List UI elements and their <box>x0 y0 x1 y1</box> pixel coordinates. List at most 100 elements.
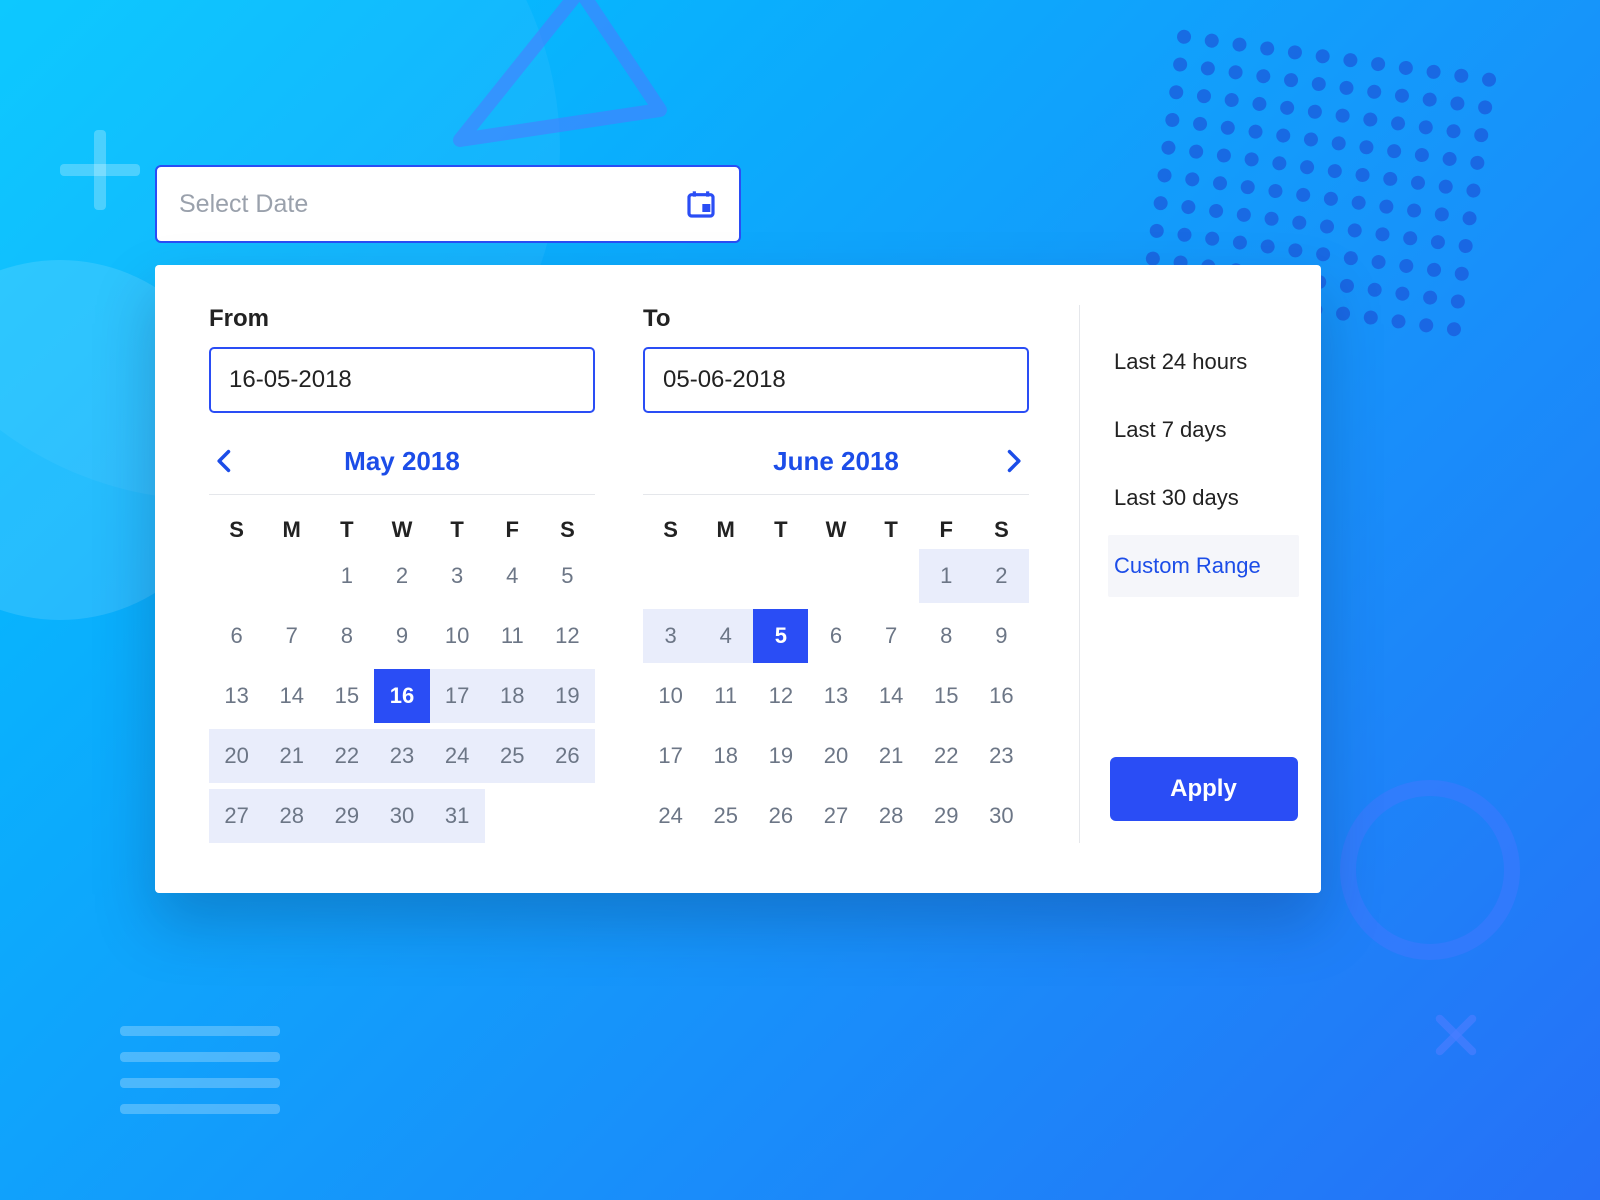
calendar-day[interactable]: 10 <box>643 669 698 723</box>
calendar-day[interactable]: 13 <box>808 669 863 723</box>
calendar-day[interactable]: 5 <box>753 609 808 663</box>
calendar-day[interactable]: 21 <box>264 729 319 783</box>
dow-cell: M <box>264 517 319 543</box>
calendar-day[interactable]: 9 <box>374 609 429 663</box>
preset-option[interactable]: Last 7 days <box>1108 399 1299 461</box>
calendar-day[interactable]: 16 <box>974 669 1029 723</box>
calendar-day[interactable]: 1 <box>919 549 974 603</box>
dow-cell: W <box>808 517 863 543</box>
calendar-day[interactable]: 11 <box>485 609 540 663</box>
dow-cell: F <box>485 517 540 543</box>
from-input[interactable]: 16-05-2018 <box>209 347 595 413</box>
from-month-title: May 2018 <box>344 446 460 477</box>
calendar-day-empty <box>698 549 753 603</box>
calendar-day[interactable]: 19 <box>753 729 808 783</box>
to-label: To <box>643 305 1029 333</box>
preset-option[interactable]: Custom Range <box>1108 535 1299 597</box>
dow-cell: S <box>540 517 595 543</box>
dow-cell: F <box>919 517 974 543</box>
calendar-day-empty <box>808 549 863 603</box>
calendar-day-empty <box>643 549 698 603</box>
calendar-day[interactable]: 20 <box>808 729 863 783</box>
grid-right: 1234567891011121314151617181920212223242… <box>643 549 1029 843</box>
bg-x-icon <box>1430 1010 1480 1060</box>
calendar-day[interactable]: 25 <box>485 729 540 783</box>
calendar-day[interactable]: 3 <box>643 609 698 663</box>
calendar-day[interactable]: 17 <box>643 729 698 783</box>
calendar-day[interactable]: 23 <box>374 729 429 783</box>
calendar-day[interactable]: 13 <box>209 669 264 723</box>
calendar-day[interactable]: 7 <box>264 609 319 663</box>
preset-option[interactable]: Last 24 hours <box>1108 331 1299 393</box>
dow-cell: S <box>643 517 698 543</box>
calendar-day[interactable]: 27 <box>808 789 863 843</box>
calendar-day[interactable]: 31 <box>430 789 485 843</box>
calendar-day[interactable]: 24 <box>430 729 485 783</box>
calendar-day[interactable]: 19 <box>540 669 595 723</box>
dow-cell: T <box>753 517 808 543</box>
calendar-day[interactable]: 30 <box>374 789 429 843</box>
calendar-day[interactable]: 20 <box>209 729 264 783</box>
calendar-day-empty <box>485 789 540 843</box>
calendar-day[interactable]: 29 <box>319 789 374 843</box>
dow-cell: S <box>974 517 1029 543</box>
calendar-day[interactable]: 21 <box>864 729 919 783</box>
calendar-day[interactable]: 29 <box>919 789 974 843</box>
calendar-day[interactable]: 16 <box>374 669 429 723</box>
calendar-day[interactable]: 26 <box>540 729 595 783</box>
calendar-day[interactable]: 22 <box>919 729 974 783</box>
calendar-day[interactable]: 4 <box>485 549 540 603</box>
calendar-day-empty <box>864 549 919 603</box>
calendar-day-empty <box>264 549 319 603</box>
apply-button[interactable]: Apply <box>1110 757 1298 821</box>
dow-cell: W <box>374 517 429 543</box>
calendar-day[interactable]: 17 <box>430 669 485 723</box>
calendar-day[interactable]: 15 <box>919 669 974 723</box>
calendar-day[interactable]: 8 <box>919 609 974 663</box>
calendar-day[interactable]: 28 <box>864 789 919 843</box>
calendar-day[interactable]: 2 <box>974 549 1029 603</box>
bg-lines-icon <box>120 1026 280 1130</box>
calendar-day[interactable]: 9 <box>974 609 1029 663</box>
calendar-day[interactable]: 1 <box>319 549 374 603</box>
calendar-day[interactable]: 12 <box>540 609 595 663</box>
calendar-day[interactable]: 10 <box>430 609 485 663</box>
calendar-day[interactable]: 22 <box>319 729 374 783</box>
from-input-value: 16-05-2018 <box>229 366 352 394</box>
dow-cell: T <box>864 517 919 543</box>
calendar-day[interactable]: 14 <box>264 669 319 723</box>
calendar-day[interactable]: 18 <box>485 669 540 723</box>
dow-cell: M <box>698 517 753 543</box>
calendar-from: From 16-05-2018 May 2018 SMTWTFS 1234567… <box>209 305 595 843</box>
preset-sidebar: Last 24 hoursLast 7 daysLast 30 daysCust… <box>1079 305 1321 843</box>
calendar-day[interactable]: 14 <box>864 669 919 723</box>
calendar-day[interactable]: 3 <box>430 549 485 603</box>
calendar-day[interactable]: 8 <box>319 609 374 663</box>
calendar-day[interactable]: 7 <box>864 609 919 663</box>
calendar-day[interactable]: 30 <box>974 789 1029 843</box>
date-select-field[interactable]: Select Date <box>155 165 741 243</box>
calendar-day[interactable]: 26 <box>753 789 808 843</box>
prev-month-button[interactable] <box>211 447 239 475</box>
calendar-day[interactable]: 4 <box>698 609 753 663</box>
calendar-day-empty <box>209 549 264 603</box>
calendar-day-empty <box>540 789 595 843</box>
preset-option[interactable]: Last 30 days <box>1108 467 1299 529</box>
calendar-day[interactable]: 5 <box>540 549 595 603</box>
calendar-day[interactable]: 15 <box>319 669 374 723</box>
calendar-day[interactable]: 2 <box>374 549 429 603</box>
calendar-day[interactable]: 12 <box>753 669 808 723</box>
calendar-day[interactable]: 6 <box>209 609 264 663</box>
calendar-day[interactable]: 18 <box>698 729 753 783</box>
next-month-button[interactable] <box>999 447 1027 475</box>
calendar-day[interactable]: 6 <box>808 609 863 663</box>
calendar-day[interactable]: 11 <box>698 669 753 723</box>
calendar-day[interactable]: 23 <box>974 729 1029 783</box>
calendar-day[interactable]: 27 <box>209 789 264 843</box>
calendar-day[interactable]: 25 <box>698 789 753 843</box>
calendar-day[interactable]: 28 <box>264 789 319 843</box>
to-input[interactable]: 05-06-2018 <box>643 347 1029 413</box>
calendars: From 16-05-2018 May 2018 SMTWTFS 1234567… <box>155 305 1077 843</box>
calendar-day[interactable]: 24 <box>643 789 698 843</box>
dow-row-right: SMTWTFS <box>643 517 1029 543</box>
